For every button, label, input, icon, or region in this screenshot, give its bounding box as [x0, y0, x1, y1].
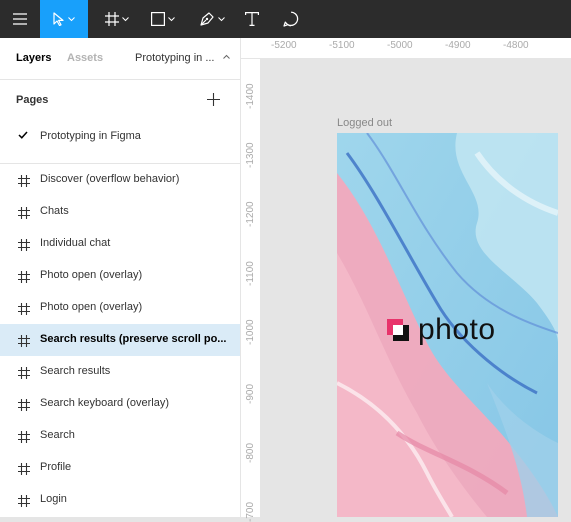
layer-name: Chats: [40, 205, 69, 217]
comment-tool-button[interactable]: [276, 0, 306, 38]
cursor-icon: [53, 12, 64, 26]
logo-text: photo: [418, 313, 496, 346]
frame-icon: [18, 174, 30, 192]
frame-icon: [18, 238, 30, 256]
left-panel: Layers Assets Prototyping in ... Pages P…: [0, 38, 241, 517]
ruler-tick-label: -1100: [245, 261, 256, 286]
frame-icon: [18, 334, 30, 352]
ruler-tick-label: -900: [245, 383, 256, 404]
page-item-label: Prototyping in Figma: [40, 130, 141, 142]
layer-row[interactable]: Individual chat: [0, 228, 240, 260]
frame-icon: [18, 398, 30, 416]
layer-name: Photo open (overlay): [40, 269, 143, 281]
layer-row[interactable]: Chats: [0, 196, 240, 228]
frame-tool-button[interactable]: [98, 0, 136, 38]
main-menu-button[interactable]: [0, 0, 40, 38]
ruler-tick-label: -5100: [329, 40, 355, 51]
layer-name: Profile: [40, 461, 72, 473]
chevron-down-icon: [122, 16, 129, 21]
layer-row[interactable]: Profile: [0, 452, 240, 484]
ruler-top: -5200 -5100 -5000 -4900 -4800: [241, 38, 571, 59]
panel-tabs: Layers Assets Prototyping in ...: [0, 38, 240, 80]
layer-name: Photo open (overlay): [40, 301, 143, 313]
ruler-tick-label: -5000: [387, 40, 413, 51]
ruler-tick-label: -1300: [245, 142, 256, 168]
layer-row[interactable]: Photo open (overlay): [0, 292, 240, 324]
comment-icon: [283, 11, 299, 27]
frame-icon: [18, 366, 30, 384]
frame-icon: [105, 12, 119, 26]
tab-assets[interactable]: Assets: [67, 52, 103, 64]
ruler-tick-label: -800: [245, 442, 256, 463]
frame-label[interactable]: Logged out: [337, 117, 392, 129]
tab-layers[interactable]: Layers: [16, 52, 51, 64]
ruler-left: -1400 -1300 -1200 -1100 -1000 -900 -800 -700: [241, 59, 261, 522]
page-item-current[interactable]: Prototyping in Figma: [0, 122, 240, 150]
layer-name: Search: [40, 429, 75, 441]
ruler-tick-label: -1000: [245, 319, 256, 345]
ruler-tick-label: -1200: [245, 201, 256, 227]
chevron-down-icon: [68, 16, 75, 21]
layer-row[interactable]: Search results (preserve scroll po...: [0, 324, 240, 356]
layer-name: Search keyboard (overlay): [40, 397, 170, 409]
frame-icon: [18, 494, 30, 512]
ruler-tick-label: -5200: [271, 40, 297, 51]
rectangle-icon: [151, 12, 165, 26]
layer-row[interactable]: Photo open (overlay): [0, 260, 240, 292]
chevron-down-icon: [218, 16, 225, 21]
chevron-up-icon[interactable]: [223, 54, 230, 59]
layer-row[interactable]: Search results: [0, 356, 240, 388]
ruler-tick-label: -700: [245, 501, 256, 522]
layer-name: Search results: [40, 365, 111, 377]
add-page-icon[interactable]: [207, 93, 220, 106]
ruler-tick-label: -4800: [503, 40, 529, 51]
logged-out-frame[interactable]: photo: [337, 133, 558, 517]
chevron-down-icon: [168, 16, 175, 21]
shape-tool-button[interactable]: [143, 0, 183, 38]
layer-name: Individual chat: [40, 237, 111, 249]
text-tool-button[interactable]: [238, 0, 266, 38]
toolbar: [0, 0, 571, 38]
move-tool-button[interactable]: [40, 0, 88, 38]
frame-icon: [18, 270, 30, 288]
pen-icon: [200, 12, 214, 26]
photo-logo-icon: [387, 319, 409, 341]
ruler-tick-label: -4900: [445, 40, 471, 51]
layer-name: Search results (preserve scroll po...: [40, 333, 227, 345]
layer-row[interactable]: Search: [0, 420, 240, 452]
app-logo: photo: [386, 313, 496, 347]
layer-name: Discover (overflow behavior): [40, 173, 180, 185]
frame-icon: [18, 206, 30, 224]
layer-row[interactable]: Login: [0, 484, 240, 516]
layer-row[interactable]: Search keyboard (overlay): [0, 388, 240, 420]
check-icon: [18, 131, 28, 139]
frame-icon: [18, 462, 30, 480]
pen-tool-button[interactable]: [192, 0, 232, 38]
page-selector[interactable]: Prototyping in ...: [135, 52, 223, 64]
ruler-tick-label: -1400: [245, 83, 256, 109]
menu-icon: [13, 13, 27, 25]
text-icon: [245, 12, 259, 26]
pages-title: Pages: [16, 94, 49, 106]
frame-icon: [18, 430, 30, 448]
layer-row[interactable]: Discover (overflow behavior): [0, 164, 240, 196]
layer-name: Login: [40, 493, 67, 505]
frame-icon: [18, 302, 30, 320]
